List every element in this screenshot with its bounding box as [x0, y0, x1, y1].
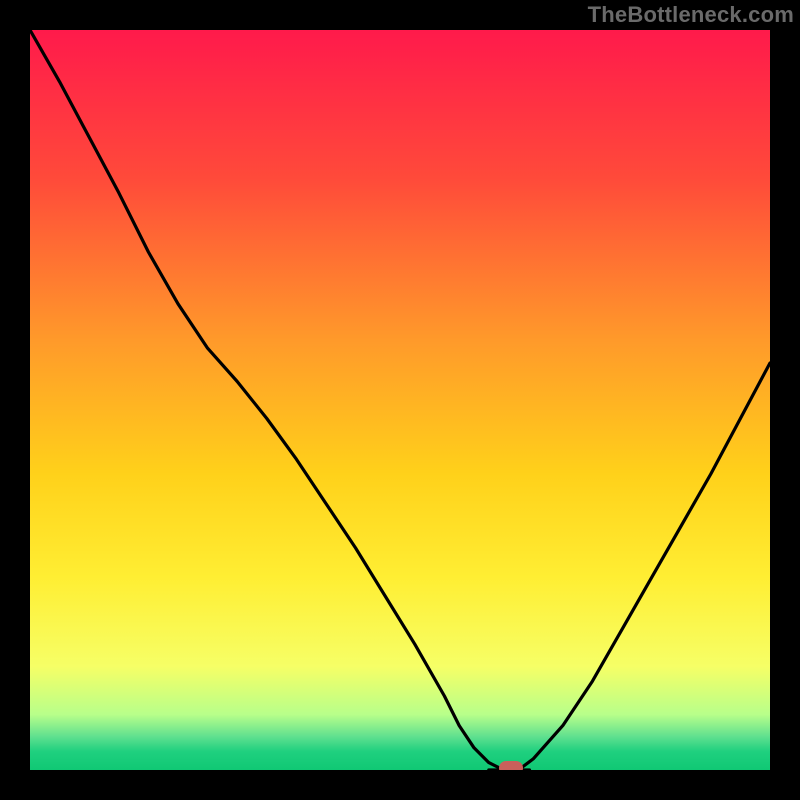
bottleneck-chart: [0, 0, 800, 800]
plot-area: [30, 30, 770, 770]
optimal-marker: [499, 761, 523, 775]
chart-container: TheBottleneck.com: [0, 0, 800, 800]
watermark-text: TheBottleneck.com: [588, 2, 794, 28]
